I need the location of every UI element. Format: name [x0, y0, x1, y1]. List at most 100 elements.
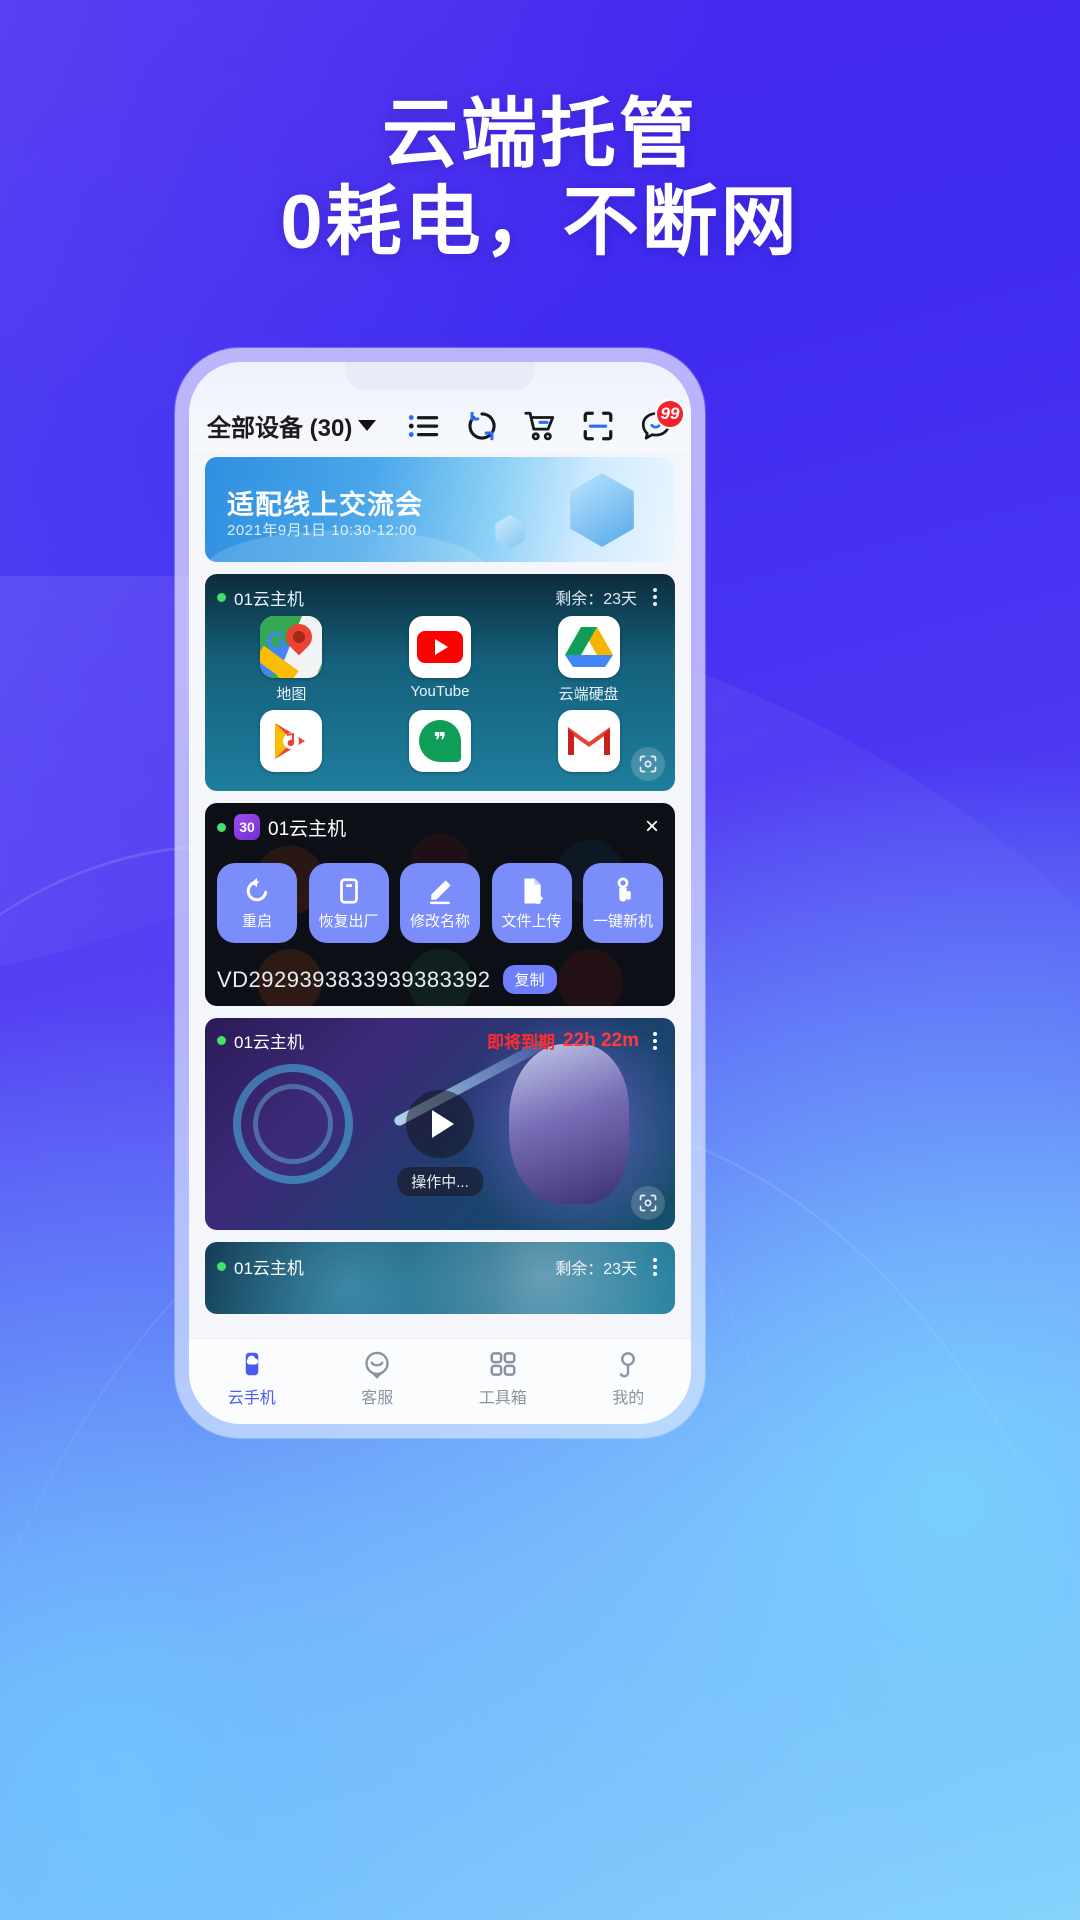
device-id: VD2929393833939383392 — [217, 966, 491, 992]
app-item[interactable]: 云端硬盘 — [514, 616, 663, 704]
button-label: 一键新机 — [592, 912, 653, 930]
file-upload-icon — [524, 878, 543, 904]
cloud-phone-icon — [245, 1352, 258, 1376]
rename-button[interactable]: 修改名称 — [400, 863, 480, 943]
profile-icon — [620, 1352, 636, 1378]
button-label: 文件上传 — [501, 912, 562, 930]
app-item[interactable] — [217, 710, 366, 777]
device-name: 01云主机 — [234, 589, 304, 609]
promo-headline: 云端托管 0耗电，不断网 — [0, 92, 1080, 270]
device-card-partial[interactable]: 01云主机 剩余：23天 — [205, 1242, 675, 1314]
operating-status: 操作中... — [397, 1167, 483, 1196]
gmail-icon — [557, 710, 620, 772]
chevron-down-icon — [358, 420, 377, 431]
scan-icon[interactable] — [581, 409, 615, 443]
app-label: YouTube — [410, 683, 470, 700]
device-card-apps[interactable]: 01云主机 剩余：23天 G 地图 YouTube 云端硬盘 ❞ — [205, 574, 675, 791]
app-item[interactable]: ❞ — [366, 710, 515, 777]
tab-label: 我的 — [612, 1390, 645, 1407]
remaining-time: 22h 22m — [562, 1029, 639, 1051]
status-online-dot — [217, 1262, 226, 1271]
device-list-scroll[interactable]: 适配线上交流会 2021年9月1日 10:30-12:00 01云主机 剩余：2… — [189, 453, 691, 1338]
device-card-game-stream[interactable]: 01云主机 即将到期 22h 22m 操作中... — [205, 1018, 675, 1230]
copy-button[interactable]: 复制 — [502, 965, 557, 994]
message-icon[interactable]: 99 — [639, 398, 685, 443]
app-grid: G 地图 YouTube 云端硬盘 ❞ — [217, 616, 663, 777]
control-panel-header: 30 01云主机 × — [217, 813, 663, 841]
new-machine-icon — [617, 876, 631, 902]
list-icon[interactable] — [407, 409, 441, 443]
factory-reset-icon — [339, 877, 358, 904]
scan-icon[interactable] — [631, 747, 665, 781]
game-card-header-right: 即将到期 22h 22m — [487, 1028, 663, 1053]
device-card-header-right: 剩余：23天 — [555, 585, 663, 609]
status-online-dot — [217, 592, 226, 602]
expire-label: 剩余：23天 — [555, 591, 637, 608]
status-online-dot — [217, 822, 226, 832]
play-music-icon — [260, 710, 323, 772]
device-card-header-right: 剩余：23天 — [555, 1255, 663, 1279]
message-badge: 99 — [655, 398, 685, 429]
banner-title: 适配线上交流会 — [227, 490, 423, 520]
headline-line-2: 0耗电，不断网 — [280, 180, 800, 266]
device-selector-label: 全部设备 (30) — [207, 415, 353, 442]
play-icon — [432, 1110, 454, 1138]
tab-support[interactable]: 客服 — [315, 1349, 441, 1408]
tab-toolbox[interactable]: 工具箱 — [440, 1349, 566, 1408]
button-label: 恢复出厂 — [318, 912, 379, 930]
tab-label: 工具箱 — [478, 1390, 527, 1407]
toolbox-icon — [490, 1352, 516, 1376]
promo-banner[interactable]: 适配线上交流会 2021年9月1日 10:30-12:00 — [205, 457, 675, 562]
button-label: 修改名称 — [409, 912, 470, 930]
device-card-header: 01云主机 剩余：23天 — [205, 1242, 675, 1291]
status-online-dot — [217, 1036, 226, 1045]
google-drive-icon — [557, 616, 620, 678]
refresh-icon[interactable] — [465, 409, 499, 443]
device-card-header: 01云主机 剩余：23天 — [217, 584, 663, 610]
restart-button[interactable]: 重启 — [217, 863, 297, 943]
file-upload-button[interactable]: 文件上传 — [491, 863, 572, 943]
device-id-row: VD2929393833939383392 复制 — [217, 965, 663, 994]
device-card-control-panel[interactable]: 30 01云主机 × 重启 恢复出厂 修改名称 文件上传 一键新机 VD2929… — [205, 803, 675, 1006]
app-label: 云端硬盘 — [558, 686, 619, 703]
tab-cloud-phone[interactable]: 云手机 — [189, 1349, 315, 1408]
device-name: 01云主机 — [234, 1033, 304, 1052]
control-buttons: 重启 恢复出厂 修改名称 文件上传 一键新机 — [217, 863, 663, 943]
device-name: 01云主机 — [268, 818, 347, 840]
app-item[interactable]: YouTube — [366, 616, 515, 704]
cart-icon[interactable] — [523, 409, 557, 443]
youtube-icon — [408, 616, 471, 678]
device-name: 01云主机 — [234, 1259, 304, 1278]
expire-warning: 即将到期 — [486, 1033, 555, 1052]
phone-notch — [345, 362, 535, 389]
button-label: 重启 — [241, 912, 272, 930]
factory-reset-button[interactable]: 恢复出厂 — [308, 863, 389, 943]
level-badge: 30 — [234, 814, 260, 840]
scan-icon[interactable] — [631, 1186, 665, 1220]
rename-icon — [430, 879, 451, 904]
close-icon[interactable]: × — [641, 815, 663, 839]
restart-icon — [246, 877, 268, 901]
play-button[interactable] — [406, 1090, 474, 1158]
more-options-icon[interactable] — [647, 1030, 663, 1052]
tab-profile[interactable]: 我的 — [566, 1349, 692, 1408]
tab-label: 客服 — [361, 1390, 394, 1407]
more-options-icon[interactable] — [647, 1256, 663, 1278]
support-icon — [365, 1351, 389, 1379]
app-label: 地图 — [276, 686, 307, 703]
banner-hexagon-small — [495, 515, 525, 549]
banner-hexagon-large — [570, 473, 634, 547]
game-card-header: 01云主机 即将到期 22h 22m — [205, 1018, 675, 1063]
top-nav-icons: 99 — [407, 398, 685, 443]
new-machine-button[interactable]: 一键新机 — [583, 863, 663, 943]
app-item[interactable]: G 地图 — [217, 616, 366, 704]
phone-mockup: 全部设备 (30) 99 适配线上交流会 2021年9月1日 10:30-12:… — [175, 348, 705, 1438]
hangouts-icon: ❞ — [408, 710, 471, 772]
phone-screen: 全部设备 (30) 99 适配线上交流会 2021年9月1日 10:30-12:… — [189, 362, 691, 1424]
more-options-icon[interactable] — [647, 586, 663, 608]
bottom-tab-bar: 云手机 客服 工具箱 我的 — [189, 1338, 691, 1424]
headline-line-1: 云端托管 — [382, 92, 698, 177]
device-selector[interactable]: 全部设备 (30) — [207, 408, 377, 443]
google-maps-icon: G — [260, 616, 323, 678]
tab-label: 云手机 — [227, 1390, 276, 1407]
